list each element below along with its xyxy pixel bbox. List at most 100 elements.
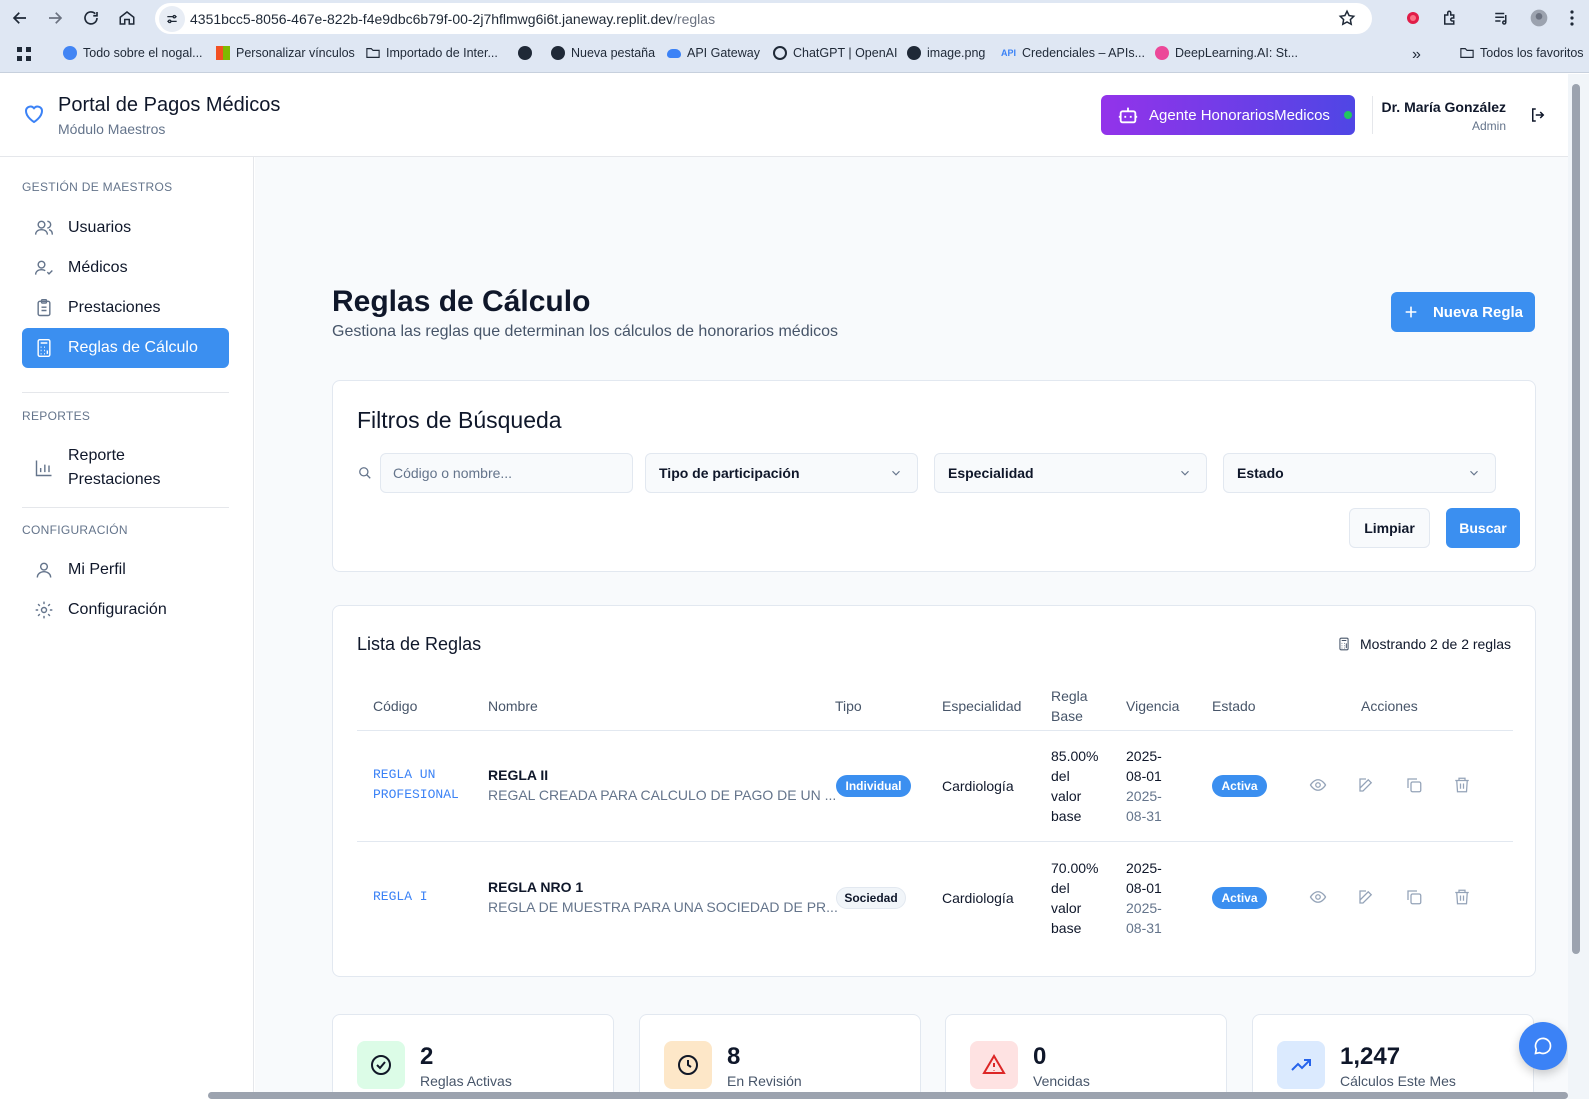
logout-icon[interactable] (1529, 106, 1547, 124)
scrollbar-thumb[interactable] (1572, 84, 1580, 954)
trash-icon[interactable] (1453, 888, 1471, 906)
sidebar-section-masters: GESTIÓN DE MAESTROS (22, 180, 173, 194)
edit-icon[interactable] (1357, 888, 1375, 906)
back-icon[interactable] (7, 5, 33, 31)
stat-value: 8 (727, 1043, 741, 1070)
forward-icon[interactable] (42, 5, 68, 31)
bookmark-folder[interactable]: Importado de Inter... (366, 46, 498, 60)
clear-button[interactable]: Limpiar (1349, 508, 1430, 548)
base-rule-cell: 85.00% del valor base (1051, 748, 1099, 824)
user-name: Dr. María González (1381, 99, 1506, 115)
vertical-scrollbar[interactable] (1568, 74, 1589, 1099)
search-button[interactable]: Buscar (1446, 508, 1520, 548)
type-badge: Individual (836, 775, 911, 797)
results-count-text: Mostrando 2 de 2 reglas (1360, 636, 1511, 652)
app-subtitle: Módulo Maestros (58, 121, 166, 137)
rule-code[interactable]: REGLA UN PROFESIONAL (373, 765, 473, 805)
agent-button[interactable]: Agente HonorariosMedicos (1101, 95, 1355, 135)
sidebar-section-reports: REPORTES (22, 409, 91, 423)
heart-icon (22, 102, 46, 126)
rule-code[interactable]: REGLA I (373, 887, 473, 907)
rule-description: REGAL CREADA PARA CALCULO DE PAGO DE UN … (488, 787, 837, 803)
view-eye-icon[interactable] (1309, 888, 1327, 906)
profile-avatar-icon[interactable] (1527, 6, 1551, 30)
sidebar-item-label: Usuarios (68, 219, 132, 236)
bookmark-item[interactable]: Nueva pestaña (551, 46, 655, 60)
valid-to: 2025-08-31 (1126, 788, 1162, 824)
bookmark-item[interactable]: image.png (907, 46, 985, 60)
sidebar: GESTIÓN DE MAESTROS Usuarios Médicos Pre… (0, 157, 254, 1099)
site-settings-icon[interactable] (159, 6, 185, 32)
view-eye-icon[interactable] (1309, 776, 1327, 794)
stat-card-calculations: 1,247 Cálculos Este Mes (1252, 1014, 1534, 1099)
copy-icon[interactable] (1405, 776, 1423, 794)
header-divider (1372, 96, 1373, 134)
status-select[interactable]: Estado (1223, 453, 1496, 493)
browser-menu-icon[interactable] (1560, 6, 1584, 30)
validity-cell: 2025-08-01 2025-08-31 (1126, 746, 1172, 826)
bookmark-item[interactable]: ChatGPT | OpenAI (773, 46, 897, 60)
specialty-select[interactable]: Especialidad (934, 453, 1207, 493)
sidebar-section-config: CONFIGURACIÓN (22, 523, 128, 537)
chat-button[interactable] (1519, 1022, 1567, 1070)
sidebar-divider (22, 392, 229, 393)
page-title: Reglas de Cálculo (332, 285, 591, 318)
status-badge: Activa (1212, 887, 1267, 909)
calculator-icon (37, 338, 51, 358)
browser-toolbar: 4351bcc5-8056-467e-822b-f4e9dbc6b79f-00-… (0, 0, 1589, 37)
address-bar[interactable]: 4351bcc5-8056-467e-822b-f4e9dbc6b79f-00-… (155, 3, 1372, 34)
search-icon (358, 466, 372, 480)
bookmark-item[interactable]: API Gateway (667, 46, 760, 60)
sidebar-item-label: Mi Perfil (68, 561, 126, 578)
sidebar-item-label: Configuración (68, 601, 167, 618)
app-header: Portal de Pagos Médicos Módulo Maestros … (0, 74, 1568, 157)
stat-value: 2 (420, 1043, 434, 1070)
select-value: Tipo de participación (659, 465, 800, 481)
trending-up-icon (1277, 1041, 1325, 1089)
sidebar-item-prestaciones[interactable]: Prestaciones (22, 288, 229, 328)
home-icon[interactable] (114, 5, 140, 31)
sidebar-item-reporte-prestaciones[interactable]: Reporte Prestaciones (22, 439, 229, 497)
reload-icon[interactable] (78, 5, 104, 31)
clipboard-icon (37, 298, 51, 317)
globe-icon[interactable] (518, 46, 532, 60)
sidebar-divider (22, 507, 229, 508)
user-icon (36, 562, 52, 578)
trash-icon[interactable] (1453, 776, 1471, 794)
bookmark-item[interactable]: API Credenciales – APIs... (1001, 46, 1145, 60)
search-input[interactable] (380, 453, 633, 493)
column-header: Acciones (1361, 698, 1418, 714)
valid-to: 2025-08-31 (1126, 900, 1162, 936)
bookmark-item[interactable]: Personalizar vínculos (216, 46, 355, 60)
validity-cell: 2025-08-01 2025-08-31 (1126, 858, 1172, 938)
bookmark-item[interactable]: Todo sobre el nogal... (63, 46, 203, 60)
type-badge: Sociedad (836, 887, 906, 909)
status-badge: Activa (1212, 775, 1267, 797)
all-bookmarks-folder[interactable]: Todos los favoritos (1460, 46, 1584, 60)
sidebar-item-mi-perfil[interactable]: Mi Perfil (22, 550, 229, 590)
sidebar-item-reglas-calculo[interactable]: Reglas de Cálculo (22, 328, 229, 368)
more-bookmarks-icon[interactable]: » (1412, 46, 1421, 64)
column-header: Estado (1212, 698, 1256, 714)
media-controls-icon[interactable] (1490, 6, 1514, 30)
check-circle-icon (357, 1041, 405, 1089)
horizontal-scrollbar[interactable] (208, 1092, 1568, 1099)
bookmark-star-icon[interactable] (1338, 9, 1356, 27)
chevron-down-icon (1470, 470, 1478, 476)
bookmark-item[interactable]: DeepLearning.AI: St... (1155, 46, 1298, 60)
apps-grid-icon[interactable] (16, 46, 32, 62)
stat-card-in-review: 8 En Revisión (639, 1014, 921, 1099)
agent-button-label: Agente HonorariosMedicos (1149, 106, 1330, 124)
new-rule-button[interactable]: Nueva Regla (1391, 292, 1535, 332)
edit-icon[interactable] (1357, 776, 1375, 794)
participation-type-select[interactable]: Tipo de participación (645, 453, 918, 493)
copy-icon[interactable] (1405, 888, 1423, 906)
table-divider (357, 841, 1513, 842)
extension-icon[interactable] (1401, 6, 1425, 30)
rules-list-title: Lista de Reglas (357, 634, 482, 654)
valid-from: 2025-08-01 (1126, 748, 1162, 784)
sidebar-item-medicos[interactable]: Médicos (22, 248, 229, 288)
sidebar-item-configuracion[interactable]: Configuración (22, 590, 229, 630)
extensions-puzzle-icon[interactable] (1438, 6, 1462, 30)
sidebar-item-usuarios[interactable]: Usuarios (22, 208, 229, 248)
